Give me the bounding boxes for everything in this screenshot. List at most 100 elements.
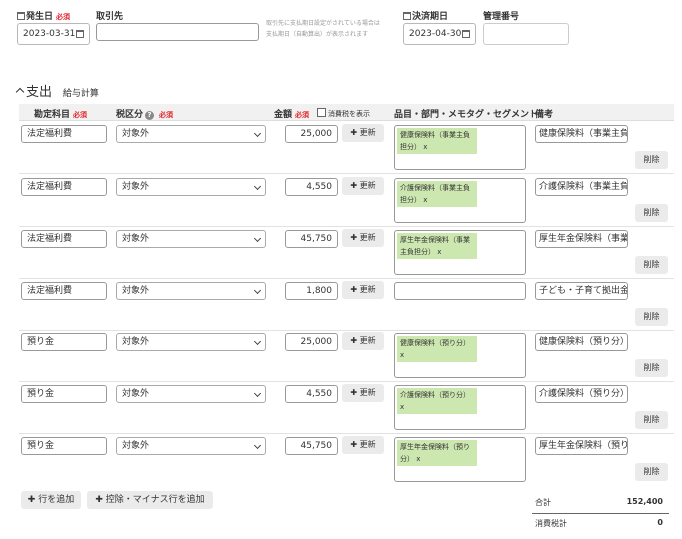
- delete-row-button[interactable]: 削除: [635, 151, 668, 169]
- tax-select[interactable]: 対象外: [116, 125, 266, 143]
- tax-select[interactable]: 対象外: [116, 437, 266, 455]
- account-input[interactable]: 預り金: [21, 333, 107, 351]
- total-divider: [532, 513, 669, 514]
- show-tax-label: 消費税を表示: [328, 110, 370, 118]
- help-icon[interactable]: ?: [145, 111, 155, 120]
- account-input[interactable]: 法定福利費: [21, 282, 107, 300]
- chevron-down-icon: [253, 337, 262, 346]
- account-input[interactable]: 法定福利費: [21, 178, 107, 196]
- delete-row-button[interactable]: 削除: [635, 308, 668, 326]
- tag-field[interactable]: [394, 282, 526, 300]
- update-button[interactable]: ✚ 更新: [342, 384, 384, 402]
- tag-field[interactable]: 厚生年金保険料（預り分） x: [394, 437, 526, 482]
- show-tax-toggle[interactable]: 消費税を表示: [317, 108, 370, 119]
- amount-input[interactable]: 45,750: [285, 230, 338, 248]
- tag-field[interactable]: 厚生年金保険料（事業主負担分） x: [394, 230, 526, 275]
- note-input[interactable]: 子ども・子育て拠出金: [535, 282, 628, 300]
- tag-chip[interactable]: 健康保険料（事業主負担分） x: [397, 128, 477, 154]
- account-input[interactable]: 預り金: [21, 385, 107, 403]
- table-row: 法定福利費 対象外 4,550 ✚ 更新 介護保険料（事業主負担分） x 介護保…: [19, 174, 674, 227]
- tag-chip[interactable]: 介護保険料（事業主負担分） x: [397, 181, 477, 207]
- expense-section-header[interactable]: 支出 給与計算: [15, 81, 99, 100]
- tax-select-value: 対象外: [122, 389, 150, 399]
- issue-date-label-text: 発生日: [26, 12, 54, 22]
- table-row: 法定福利費 対象外 45,750 ✚ 更新 厚生年金保険料（事業主負担分） x …: [19, 226, 674, 279]
- mgmt-number-input[interactable]: [483, 23, 569, 45]
- partner-hint-2: 支払期日（自動算出）が表示されます: [266, 31, 369, 38]
- delete-row-button[interactable]: 削除: [635, 411, 668, 429]
- tag-chip[interactable]: 介護保険料（預り分） x: [397, 388, 477, 414]
- tax-select-value: 対象外: [122, 182, 150, 192]
- tax-select[interactable]: 対象外: [116, 178, 266, 196]
- amount-input[interactable]: 4,550: [285, 178, 338, 196]
- delete-row-button[interactable]: 削除: [635, 463, 668, 481]
- col-tax-text: 税区分: [116, 110, 144, 120]
- partner-label: 取引先: [96, 12, 124, 22]
- table-row: 法定福利費 対象外 1,800 ✚ 更新 子ども・子育て拠出金 削除: [19, 278, 674, 331]
- show-tax-checkbox[interactable]: [317, 108, 326, 117]
- required-badge: 必須: [159, 111, 174, 119]
- note-input[interactable]: 介護保険料（事業主負担: [535, 178, 628, 196]
- chevron-up-icon[interactable]: [15, 87, 25, 97]
- tag-chip[interactable]: 厚生年金保険料（預り分） x: [397, 440, 477, 466]
- tax-select-value: 対象外: [122, 129, 150, 139]
- table-row: 預り金 対象外 4,550 ✚ 更新 介護保険料（預り分） x 介護保険料（預り…: [19, 381, 674, 434]
- required-badge: 必須: [73, 111, 88, 119]
- amount-input[interactable]: 4,550: [285, 385, 338, 403]
- tag-chip[interactable]: 厚生年金保険料（事業主負担分） x: [397, 233, 477, 259]
- tag-field[interactable]: 健康保険料（預り分） x: [394, 333, 526, 378]
- update-button[interactable]: ✚ 更新: [342, 229, 384, 247]
- tax-select[interactable]: 対象外: [116, 282, 266, 300]
- tag-field[interactable]: 健康保険料（事業主負担分） x: [394, 125, 526, 170]
- partner-hint-1: 取引先に支払期日設定がされている場合は: [266, 20, 380, 27]
- col-tags: 品目・部門・メモタグ・セグメント: [394, 110, 539, 120]
- due-date-input[interactable]: 2023-04-30: [403, 23, 476, 45]
- chevron-down-icon: [253, 286, 262, 295]
- tag-field[interactable]: 介護保険料（事業主負担分） x: [394, 178, 526, 223]
- add-row-button[interactable]: ✚ 行を追加: [21, 491, 81, 509]
- amount-input[interactable]: 1,800: [285, 282, 338, 300]
- account-input[interactable]: 法定福利費: [21, 230, 107, 248]
- due-date-label: 決済期日: [403, 9, 448, 22]
- tag-field[interactable]: 介護保険料（預り分） x: [394, 385, 526, 430]
- table-row: 預り金 対象外 25,000 ✚ 更新 健康保険料（預り分） x 健康保険料（預…: [19, 329, 674, 382]
- partner-input[interactable]: [96, 23, 259, 41]
- due-date-label-text: 決済期日: [412, 12, 449, 22]
- update-button[interactable]: ✚ 更新: [342, 332, 384, 350]
- update-button[interactable]: ✚ 更新: [342, 281, 384, 299]
- section-title: 支出: [26, 85, 53, 100]
- tax-select-value: 対象外: [122, 286, 150, 296]
- tag-chip[interactable]: 健康保険料（預り分） x: [397, 336, 477, 362]
- calendar-picker-icon[interactable]: [76, 30, 84, 38]
- note-input[interactable]: 健康保険料（事業主負担: [535, 125, 628, 143]
- issue-date-input[interactable]: 2023-03-31: [17, 23, 90, 45]
- account-input[interactable]: 預り金: [21, 437, 107, 455]
- calendar-picker-icon[interactable]: [462, 30, 470, 38]
- table-row: 法定福利費 対象外 25,000 ✚ 更新 健康保険料（事業主負担分） x 健康…: [19, 121, 674, 174]
- tax-select-value: 対象外: [122, 441, 150, 451]
- delete-row-button[interactable]: 削除: [635, 204, 668, 222]
- total-value: 152,400: [626, 497, 663, 506]
- amount-input[interactable]: 45,750: [285, 437, 338, 455]
- amount-input[interactable]: 25,000: [285, 125, 338, 143]
- account-input[interactable]: 法定福利費: [21, 125, 107, 143]
- note-input[interactable]: 介護保険料（預り分）: [535, 385, 628, 403]
- update-button[interactable]: ✚ 更新: [342, 124, 384, 142]
- note-input[interactable]: 厚生年金保険料（事業主: [535, 230, 628, 248]
- col-account: 勘定科目 必須: [34, 107, 87, 120]
- update-button[interactable]: ✚ 更新: [342, 436, 384, 454]
- amount-input[interactable]: 25,000: [285, 333, 338, 351]
- col-amount-text: 金額: [274, 110, 293, 120]
- note-input[interactable]: 厚生年金保険料（預り分: [535, 437, 628, 455]
- tax-select[interactable]: 対象外: [116, 230, 266, 248]
- add-deduction-row-button[interactable]: ✚ 控除・マイナス行を追加: [87, 491, 213, 509]
- delete-row-button[interactable]: 削除: [635, 359, 668, 377]
- note-input[interactable]: 健康保険料（預り分）: [535, 333, 628, 351]
- tax-select[interactable]: 対象外: [116, 385, 266, 403]
- update-button[interactable]: ✚ 更新: [342, 177, 384, 195]
- col-note: 備考: [535, 110, 554, 120]
- chevron-down-icon: [253, 234, 262, 243]
- tax-total-value: 0: [657, 518, 663, 527]
- tax-select[interactable]: 対象外: [116, 333, 266, 351]
- delete-row-button[interactable]: 削除: [635, 256, 668, 274]
